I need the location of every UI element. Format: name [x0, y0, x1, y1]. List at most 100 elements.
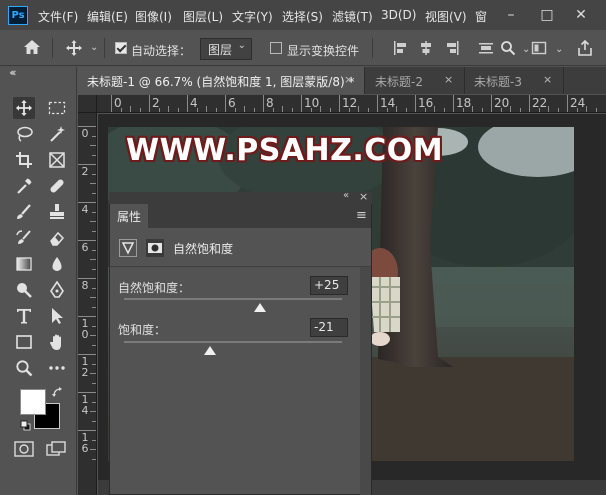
- tab-properties[interactable]: 属性: [110, 204, 148, 228]
- menu-filter[interactable]: 滤镜(T): [332, 8, 373, 25]
- align-center-icon[interactable]: [418, 40, 434, 59]
- ruler-minor-tick: [576, 108, 578, 112]
- layer-mask-icon[interactable]: [146, 239, 164, 257]
- move-tool-preset-icon[interactable]: [64, 38, 84, 58]
- screen-mode-icon[interactable]: [46, 441, 66, 460]
- brush-tool-icon[interactable]: [13, 201, 35, 223]
- ruler-label: 20: [494, 96, 510, 110]
- close-tab-icon[interactable]: ×: [444, 73, 453, 86]
- maximize-button[interactable]: □: [536, 4, 558, 26]
- ruler-minor-tick: [168, 106, 169, 112]
- tab-untitled-1[interactable]: 未标题-1 @ 66.7% (自然饱和度 1, 图层蒙版/8) * ×: [78, 67, 365, 94]
- chevron-down-icon[interactable]: ⌄: [90, 42, 98, 53]
- vibrance-value-field[interactable]: +25: [310, 276, 348, 295]
- show-transform-checkbox[interactable]: [270, 42, 282, 54]
- ruler-minor-tick: [443, 108, 445, 112]
- eraser-tool-icon[interactable]: [46, 227, 68, 249]
- menu-window[interactable]: 窗: [475, 8, 487, 25]
- ruler-minor-tick: [130, 106, 131, 112]
- ruler-major-tick: [339, 95, 340, 112]
- menu-3d[interactable]: 3D(D): [381, 8, 416, 22]
- menu-view[interactable]: 视图(V): [425, 8, 467, 25]
- adjustment-name: 自然饱和度: [173, 242, 234, 256]
- menu-edit[interactable]: 编辑(E): [87, 8, 128, 25]
- menu-layer[interactable]: 图层(L): [183, 8, 223, 25]
- vertical-ruler[interactable]: 0246810121416: [78, 113, 97, 495]
- dodge-tool-icon[interactable]: [13, 279, 35, 301]
- path-selection-icon[interactable]: [46, 305, 68, 327]
- ruler-minor-tick: [92, 192, 96, 194]
- crop-tool-icon[interactable]: [13, 149, 35, 171]
- swap-colors-icon[interactable]: [52, 387, 64, 402]
- distribute-icon[interactable]: [478, 40, 494, 59]
- chevron-down-icon[interactable]: ⌄: [555, 44, 563, 55]
- auto-select-checkbox[interactable]: [115, 42, 127, 54]
- more-tools-icon[interactable]: [46, 357, 68, 379]
- magic-wand-icon[interactable]: [46, 123, 68, 145]
- horizontal-ruler[interactable]: 0 2 4 6 8 10 12 14 16 18 20 22 24: [97, 95, 606, 113]
- ruler-label: 6: [81, 442, 89, 455]
- auto-select-target-dropdown[interactable]: 图层 ⌄: [200, 38, 252, 60]
- saturation-slider-thumb[interactable]: [204, 346, 217, 355]
- vibrance-slider-thumb[interactable]: [254, 303, 267, 312]
- move-tool-icon[interactable]: [13, 97, 35, 119]
- ruler-major-tick: [263, 95, 264, 112]
- ruler-minor-tick: [519, 108, 521, 112]
- menu-type[interactable]: 文字(Y): [232, 8, 273, 25]
- workspace-icon[interactable]: [531, 40, 547, 59]
- panel-scrollbar[interactable]: [360, 267, 371, 495]
- chevron-down-icon[interactable]: ⌄: [522, 44, 530, 55]
- saturation-value-field[interactable]: -21: [310, 318, 348, 337]
- healing-brush-icon[interactable]: [46, 175, 68, 197]
- default-colors-icon[interactable]: [20, 420, 31, 434]
- ruler-minor-tick: [92, 420, 96, 422]
- menu-select[interactable]: 选择(S): [282, 8, 323, 25]
- share-icon[interactable]: [576, 39, 594, 60]
- ruler-origin[interactable]: [78, 95, 97, 113]
- close-window-button[interactable]: ✕: [570, 4, 592, 26]
- search-icon[interactable]: [500, 40, 516, 59]
- gradient-tool-icon[interactable]: [13, 253, 35, 275]
- foreground-color-swatch[interactable]: [20, 389, 46, 415]
- marquee-tool-icon[interactable]: [46, 97, 68, 119]
- frame-tool-icon[interactable]: [46, 149, 68, 171]
- align-left-icon[interactable]: [392, 40, 408, 59]
- ruler-minor-tick: [557, 108, 559, 112]
- ruler-major-tick: [415, 95, 416, 112]
- minimize-button[interactable]: –: [500, 4, 522, 26]
- history-brush-icon[interactable]: [13, 227, 35, 249]
- panel-menu-icon[interactable]: ≡: [356, 208, 367, 223]
- ruler-minor-tick: [424, 108, 426, 112]
- ruler-major-tick: [453, 95, 454, 112]
- hand-tool-icon[interactable]: [46, 331, 68, 353]
- close-tab-icon[interactable]: ×: [543, 73, 552, 86]
- close-panel-icon[interactable]: ×: [359, 190, 368, 203]
- ruler-minor-tick: [92, 173, 96, 175]
- close-tab-icon[interactable]: ×: [344, 73, 353, 86]
- menu-image[interactable]: 图像(I): [135, 8, 172, 25]
- type-tool-icon[interactable]: [13, 305, 35, 327]
- clone-stamp-icon[interactable]: [46, 201, 68, 223]
- lasso-tool-icon[interactable]: [13, 123, 35, 145]
- ruler-minor-tick: [472, 106, 473, 112]
- saturation-slider-track[interactable]: [124, 341, 342, 343]
- blur-tool-icon[interactable]: [46, 253, 68, 275]
- collapse-panels-icon[interactable]: «: [10, 66, 17, 79]
- tab-untitled-2[interactable]: 未标题-2 ×: [366, 67, 465, 94]
- menu-bar: Ps 文件(F) 编辑(E) 图像(I) 图层(L) 文字(Y) 选择(S) 滤…: [0, 0, 606, 30]
- collapse-panel-icon[interactable]: «: [343, 190, 349, 201]
- home-icon[interactable]: [22, 37, 42, 57]
- rectangle-tool-icon[interactable]: [13, 331, 35, 353]
- pen-tool-icon[interactable]: [46, 279, 68, 301]
- quick-mask-icon[interactable]: [14, 441, 34, 460]
- tab-untitled-3[interactable]: 未标题-3 ×: [465, 67, 564, 94]
- vibrance-slider-track[interactable]: [124, 298, 342, 300]
- ruler-minor-tick: [92, 439, 96, 441]
- eyedropper-tool-icon[interactable]: [13, 175, 35, 197]
- ruler-minor-tick: [92, 249, 96, 251]
- align-right-icon[interactable]: [444, 40, 460, 59]
- ruler-minor-tick: [92, 135, 96, 137]
- ruler-minor-tick: [367, 108, 369, 112]
- menu-file[interactable]: 文件(F): [38, 8, 78, 25]
- zoom-tool-icon[interactable]: [13, 357, 35, 379]
